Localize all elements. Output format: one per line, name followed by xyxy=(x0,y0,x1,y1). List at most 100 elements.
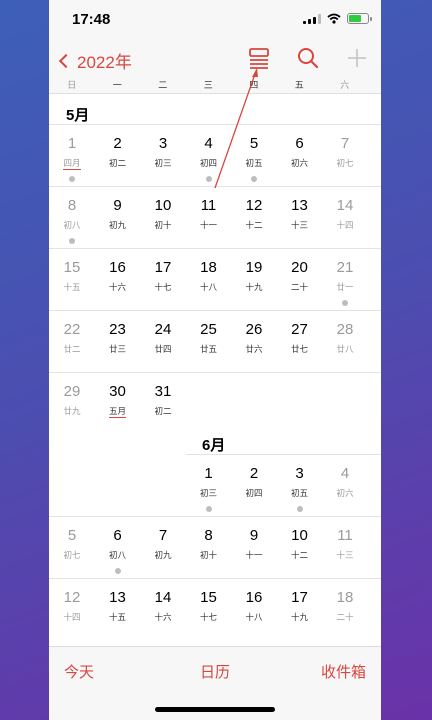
may-day-20[interactable]: 20 二十 xyxy=(277,251,322,307)
lunar-date: 初六 xyxy=(290,158,308,168)
june-day-7[interactable]: 7 初九 xyxy=(141,519,186,575)
may-day-13[interactable]: 13 十三 xyxy=(277,189,322,245)
calendar-app: 17:48 2022年 日 一 二 三 四 五 六 5月 6月 1 四月 2 初… xyxy=(49,0,381,720)
lunar-date: 二十 xyxy=(336,612,354,622)
june-day-12[interactable]: 12 十四 xyxy=(50,581,95,637)
lunar-date: 十八 xyxy=(199,282,217,292)
event-dot-icon xyxy=(296,506,303,512)
may-day-5[interactable]: 5 初五 xyxy=(232,127,277,183)
lunar-date: 廿九 xyxy=(63,406,81,416)
list-view-icon[interactable] xyxy=(247,46,271,70)
may-day-3[interactable]: 3 初三 xyxy=(141,127,186,183)
may-day-14[interactable]: 14 十四 xyxy=(323,189,368,245)
weekday-mon: 一 xyxy=(112,80,122,90)
calendars-tab[interactable]: 日历 xyxy=(200,661,230,682)
day-number: 2 xyxy=(249,465,259,482)
may-day-25[interactable]: 25 廿五 xyxy=(186,313,231,369)
may-day-30[interactable]: 30 五月 xyxy=(95,375,140,431)
day-number: 9 xyxy=(249,527,259,544)
lunar-date: 廿一 xyxy=(336,282,354,292)
may-day-8[interactable]: 8 初八 xyxy=(50,189,95,245)
search-icon[interactable] xyxy=(296,46,320,70)
lunar-date: 初七 xyxy=(63,550,81,560)
may-day-19[interactable]: 19 十九 xyxy=(232,251,277,307)
may-day-26[interactable]: 26 廿六 xyxy=(232,313,277,369)
lunar-date: 初九 xyxy=(108,220,126,230)
may-day-16[interactable]: 16 十六 xyxy=(95,251,140,307)
may-day-12[interactable]: 12 十二 xyxy=(232,189,277,245)
may-day-28[interactable]: 28 廿八 xyxy=(323,313,368,369)
day-number: 26 xyxy=(245,321,263,338)
lunar-date: 初七 xyxy=(336,158,354,168)
day-number: 8 xyxy=(204,527,213,544)
june-day-6[interactable]: 6 初八 xyxy=(95,519,140,575)
june-day-18[interactable]: 18 二十 xyxy=(323,581,368,637)
june-day-9[interactable]: 9 十一 xyxy=(232,519,277,575)
day-number: 18 xyxy=(200,259,217,276)
may-day-6[interactable]: 6 初六 xyxy=(277,127,322,183)
june-day-13[interactable]: 13 十五 xyxy=(95,581,140,637)
may-day-1[interactable]: 1 四月 xyxy=(50,127,95,183)
lunar-date: 初五 xyxy=(245,158,263,168)
day-number: 4 xyxy=(204,135,213,152)
lunar-date: 初四 xyxy=(199,158,217,168)
day-number: 30 xyxy=(109,383,126,400)
may-day-27[interactable]: 27 廿七 xyxy=(277,313,322,369)
june-day-1[interactable]: 1 初三 xyxy=(186,457,231,513)
may-day-15[interactable]: 15 十五 xyxy=(50,251,95,307)
may-day-11[interactable]: 11 十一 xyxy=(186,189,231,245)
may-day-4[interactable]: 4 初四 xyxy=(186,127,231,183)
lunar-date: 十九 xyxy=(245,282,263,292)
day-number: 21 xyxy=(336,259,354,276)
day-number: 10 xyxy=(154,197,172,214)
lunar-date: 廿三 xyxy=(108,344,126,354)
lunar-date: 初三 xyxy=(154,158,172,168)
lunar-date: 十七 xyxy=(154,282,172,292)
may-day-23[interactable]: 23 廿三 xyxy=(95,313,140,369)
day-number: 27 xyxy=(291,321,308,338)
june-day-8[interactable]: 8 初十 xyxy=(186,519,231,575)
today-tab[interactable]: 今天 xyxy=(64,661,94,682)
june-day-3[interactable]: 3 初五 xyxy=(277,457,322,513)
june-day-5[interactable]: 5 初七 xyxy=(50,519,95,575)
may-day-31[interactable]: 31 初二 xyxy=(141,375,186,431)
june-day-17[interactable]: 17 十九 xyxy=(277,581,322,637)
june-day-2[interactable]: 2 初四 xyxy=(232,457,277,513)
weekday-fri: 五 xyxy=(294,80,304,90)
inbox-tab[interactable]: 收件箱 xyxy=(321,661,366,682)
lunar-date: 十七 xyxy=(199,612,217,622)
may-day-2[interactable]: 2 初二 xyxy=(95,127,140,183)
lunar-date: 廿八 xyxy=(336,344,354,354)
lunar-date: 十五 xyxy=(63,282,81,292)
cellular-signal-icon xyxy=(303,13,321,24)
week-separator xyxy=(49,310,381,311)
may-day-29[interactable]: 29 廿九 xyxy=(50,375,95,431)
may-day-18[interactable]: 18 十八 xyxy=(186,251,231,307)
day-number: 1 xyxy=(67,135,77,152)
day-number: 20 xyxy=(291,259,308,276)
day-number: 22 xyxy=(63,321,81,338)
june-day-10[interactable]: 10 十二 xyxy=(277,519,322,575)
lunar-date: 十一 xyxy=(245,550,263,560)
may-day-24[interactable]: 24 廿四 xyxy=(141,313,186,369)
may-day-7[interactable]: 7 初七 xyxy=(323,127,368,183)
june-day-4[interactable]: 4 初六 xyxy=(323,457,368,513)
back-to-year-button[interactable]: 2022年 xyxy=(57,48,132,73)
june-day-16[interactable]: 16 十八 xyxy=(232,581,277,637)
status-bar: 17:48 xyxy=(49,0,381,40)
lunar-date: 初六 xyxy=(336,488,354,498)
lunar-date: 十二 xyxy=(290,550,308,560)
add-event-icon[interactable] xyxy=(345,46,369,70)
day-number: 9 xyxy=(113,197,122,214)
june-day-14[interactable]: 14 十六 xyxy=(141,581,186,637)
may-day-21[interactable]: 21 廿一 xyxy=(323,251,368,307)
june-day-15[interactable]: 15 十七 xyxy=(186,581,231,637)
june-day-11[interactable]: 11 十三 xyxy=(323,519,368,575)
may-month-title: 5月 xyxy=(66,107,90,124)
may-day-22[interactable]: 22 廿二 xyxy=(50,313,95,369)
may-day-10[interactable]: 10 初十 xyxy=(141,189,186,245)
day-number: 14 xyxy=(336,197,354,214)
may-day-17[interactable]: 17 十七 xyxy=(141,251,186,307)
day-number: 15 xyxy=(63,259,81,276)
may-day-9[interactable]: 9 初九 xyxy=(95,189,140,245)
